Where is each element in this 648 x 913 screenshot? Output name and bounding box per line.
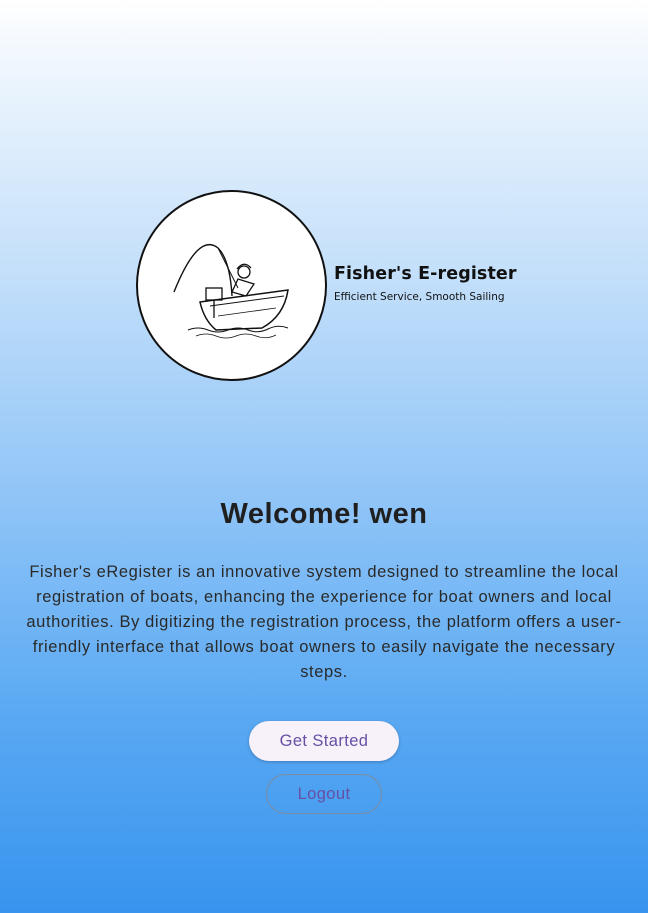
fisherman-boat-icon: [136, 190, 327, 381]
welcome-heading: Welcome! wen: [0, 498, 648, 531]
app-logo: Fisher's E-register Efficient Service, S…: [136, 190, 517, 382]
app-title: Fisher's E-register: [334, 264, 517, 284]
get-started-button[interactable]: Get Started: [249, 721, 399, 761]
app-tagline: Efficient Service, Smooth Sailing: [334, 291, 505, 303]
app-description: Fisher's eRegister is an innovative syst…: [26, 563, 622, 681]
welcome-greeting: Welcome!: [220, 498, 361, 530]
user-name: wen: [369, 498, 428, 530]
logout-button[interactable]: Logout: [266, 774, 382, 814]
